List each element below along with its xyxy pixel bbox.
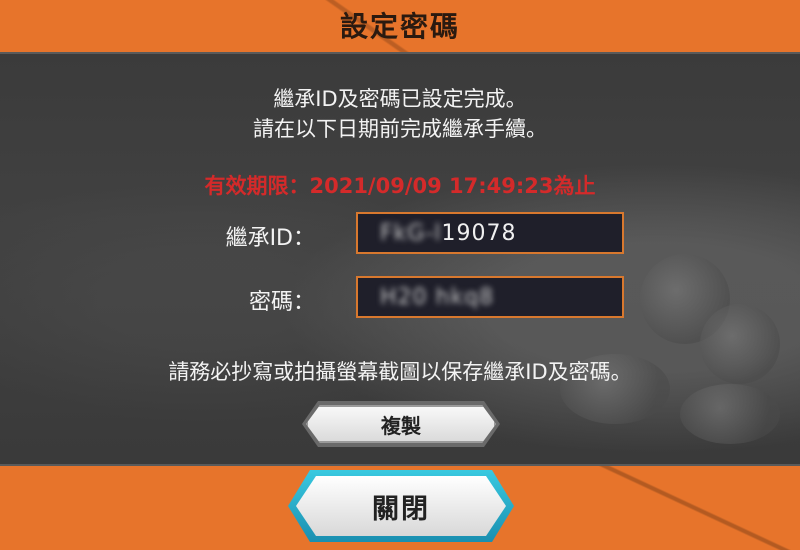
message-line-2: 請在以下日期前完成繼承手續。	[253, 117, 547, 141]
inherit-id-label: 繼承ID：	[225, 226, 315, 251]
dialog-title: 設定密碼	[339, 10, 460, 43]
inherit-id-blurred: FkG‑l	[380, 220, 442, 246]
expiry-text: 有效期限：2021/09/09 17:49:23為止	[204, 174, 596, 198]
close-button[interactable]: 關閉	[296, 476, 506, 536]
dialog-header: 設定密碼	[0, 0, 800, 50]
message-line-1: 繼承ID及密碼已設定完成。	[273, 87, 527, 111]
password-blurred: H20 hkq8	[380, 284, 495, 310]
inherit-id-visible: 19078	[441, 220, 517, 246]
password-field[interactable]: H20 hkq8	[356, 276, 624, 318]
copy-button[interactable]: 複製	[306, 405, 496, 443]
coin-decoration	[680, 384, 780, 444]
password-label: 密碼：	[248, 290, 315, 315]
save-instructions: 請務必抄寫或拍攝螢幕截圖以保存繼承ID及密碼。	[168, 360, 632, 384]
inherit-id-field[interactable]: FkG‑l 19078	[356, 212, 624, 254]
